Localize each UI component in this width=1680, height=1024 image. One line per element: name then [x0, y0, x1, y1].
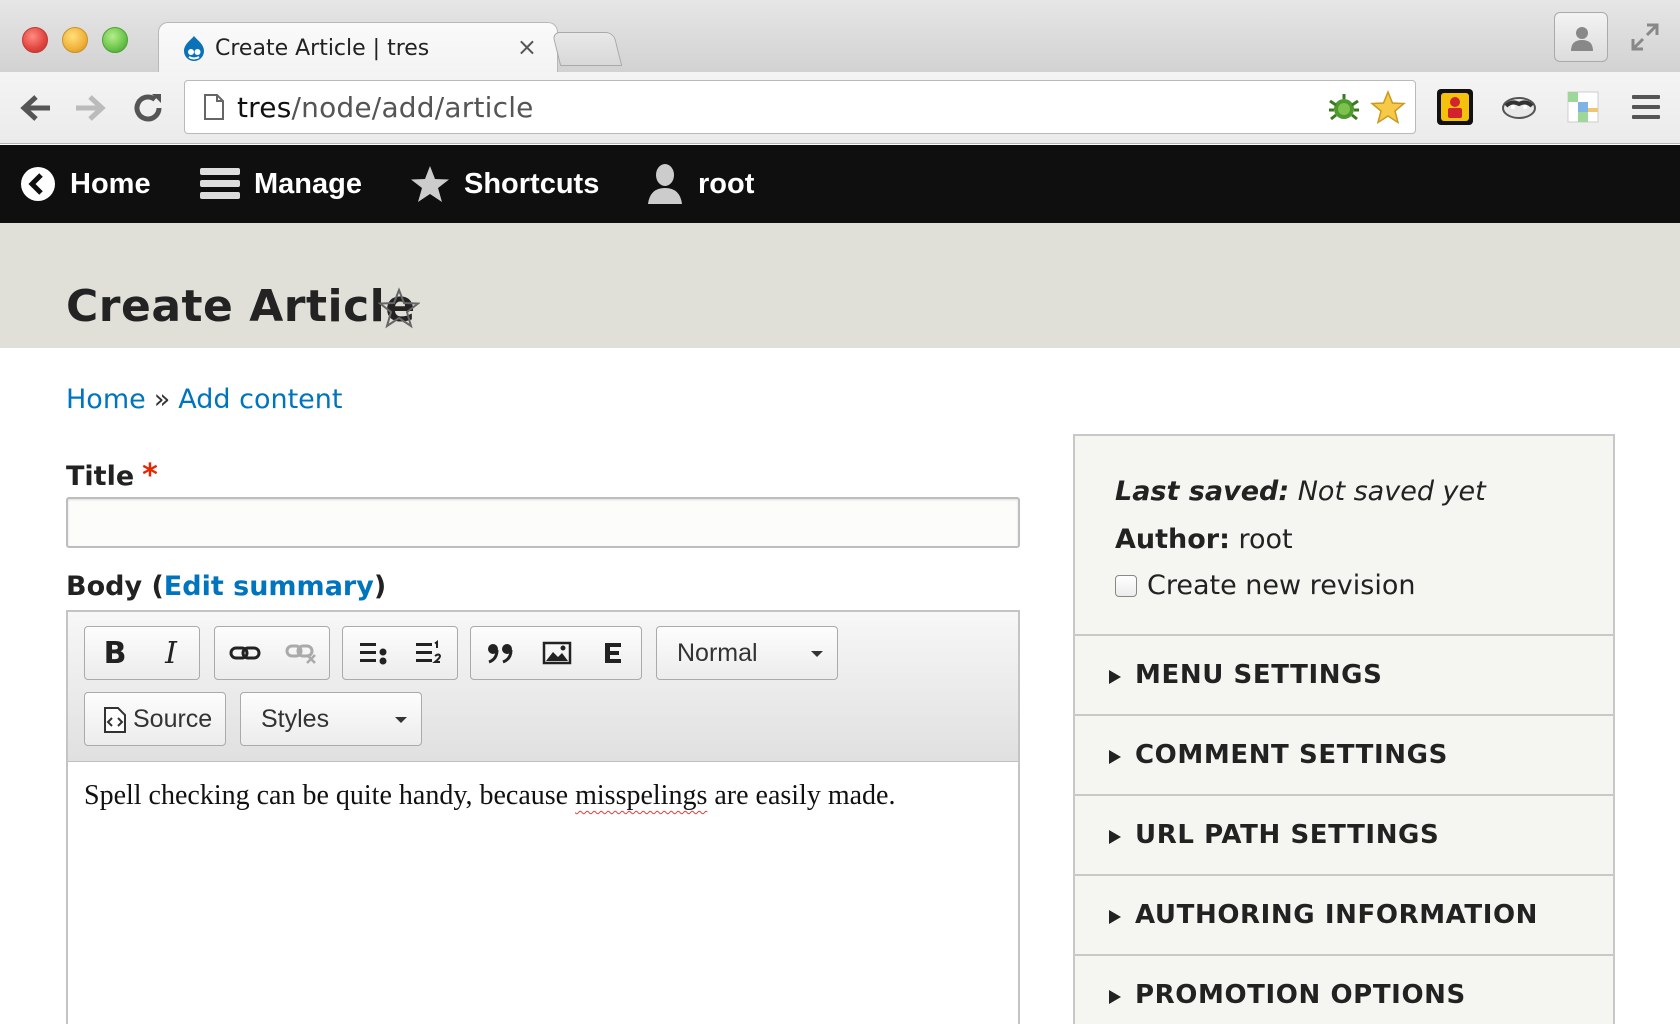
minimize-window-button[interactable] — [62, 27, 88, 53]
page-icon — [204, 94, 224, 120]
triangle-right-icon — [1109, 750, 1121, 764]
breadcrumb: Home» Add content — [66, 384, 343, 415]
editor-toolbar: B I Normal Source Styles — [68, 612, 1018, 762]
new-revision-checkbox[interactable] — [1115, 574, 1137, 597]
blockquote-button[interactable] — [473, 627, 529, 679]
new-revision-label: Create new revision — [1147, 570, 1416, 601]
menu-settings-section[interactable]: MENU SETTINGS — [1075, 636, 1613, 716]
admin-toolbar: Home Manage Shortcuts root — [0, 145, 1680, 223]
breadcrumb-separator: » — [153, 384, 171, 415]
grid-extension-icon[interactable] — [1564, 88, 1602, 126]
toolbar-shortcuts-label: Shortcuts — [464, 167, 600, 200]
node-sidebar: Last saved: Not saved yet Author: root C… — [1073, 434, 1615, 1024]
source-icon — [104, 707, 126, 733]
entity-embed-button[interactable] — [585, 627, 641, 679]
paragraph-format-select[interactable]: Normal — [656, 626, 838, 680]
fullscreen-icon[interactable] — [1630, 22, 1660, 52]
url-text[interactable]: tres/node/add/article — [237, 91, 534, 124]
bulleted-list-button[interactable] — [345, 627, 401, 679]
user-icon — [648, 164, 682, 204]
triangle-right-icon — [1109, 670, 1121, 684]
star-icon — [411, 166, 449, 202]
chevron-down-icon — [811, 651, 823, 657]
numbered-list-button[interactable] — [401, 627, 457, 679]
body-editor: B I Normal Source Styles Spell checking … — [66, 610, 1020, 1024]
url-path-settings-section[interactable]: URL PATH SETTINGS — [1075, 796, 1613, 876]
forward-arrow-icon[interactable] — [70, 88, 110, 128]
triangle-right-icon — [1109, 990, 1121, 1004]
profile-button[interactable] — [1554, 12, 1608, 62]
required-marker: * — [142, 458, 158, 493]
link-icon — [229, 646, 261, 660]
styles-select[interactable]: Styles — [240, 692, 422, 746]
unlink-icon — [285, 644, 316, 664]
triangle-right-icon — [1109, 910, 1121, 924]
warning-extension-icon[interactable] — [1436, 88, 1474, 126]
tab-close-icon[interactable]: × — [517, 33, 537, 61]
unlink-button[interactable] — [273, 627, 329, 679]
browser-toolbar: tres/node/add/article — [0, 72, 1680, 144]
breadcrumb-home-link[interactable]: Home — [66, 384, 146, 415]
link-button[interactable] — [217, 627, 273, 679]
raccoon-extension-icon[interactable] — [1500, 88, 1538, 126]
bookmark-star-icon[interactable] — [1369, 89, 1407, 127]
person-icon — [1571, 27, 1593, 51]
italic-button[interactable]: I — [143, 627, 199, 679]
edit-summary-link[interactable]: Edit summary — [164, 571, 374, 602]
reload-icon[interactable] — [128, 88, 168, 128]
browser-menu-icon[interactable] — [1630, 92, 1662, 122]
chevron-down-icon — [395, 717, 407, 723]
address-bar[interactable]: tres/node/add/article — [184, 80, 1416, 134]
browser-titlebar: Create Article | tres × — [0, 0, 1680, 74]
last-saved-status: Last saved: Not saved yet — [1115, 476, 1486, 507]
body-field-label: Body (Edit summary) — [66, 571, 387, 602]
image-button[interactable] — [529, 627, 585, 679]
toolbar-shortcuts-tab[interactable]: Shortcuts — [410, 145, 599, 223]
toolbar-home-link[interactable]: Home — [20, 145, 151, 223]
insert-button-group — [470, 626, 642, 680]
tab-title: Create Article | tres — [215, 36, 430, 61]
author-status: Author: root — [1115, 524, 1293, 555]
misspelled-word[interactable]: misspelings — [575, 780, 707, 811]
toolbar-manage-tab[interactable]: Manage — [200, 145, 362, 223]
toolbar-user-label: root — [698, 167, 755, 200]
browser-tab-active[interactable]: Create Article | tres × — [158, 22, 558, 74]
numbered-list-icon — [416, 640, 442, 663]
link-button-group — [214, 626, 330, 680]
entity-meta: Last saved: Not saved yet Author: root C… — [1075, 436, 1613, 636]
toolbar-manage-label: Manage — [254, 167, 362, 200]
toolbar-home-label: Home — [70, 167, 151, 200]
triangle-right-icon — [1109, 830, 1121, 844]
toolbar-user-tab[interactable]: root — [646, 145, 754, 223]
add-shortcut-star-icon[interactable] — [378, 287, 420, 329]
quote-icon — [488, 644, 513, 664]
image-icon — [542, 641, 572, 665]
breadcrumb-add-content-link[interactable]: Add content — [178, 384, 342, 415]
embed-e-icon — [605, 643, 621, 663]
page-header: Create Article — [0, 223, 1680, 348]
format-button-group: B I — [84, 626, 200, 680]
new-tab-button[interactable] — [551, 32, 623, 66]
bulleted-list-icon — [360, 643, 387, 665]
zoom-window-button[interactable] — [102, 27, 128, 53]
title-field-label: Title * — [66, 458, 158, 493]
source-button[interactable]: Source — [84, 692, 226, 746]
page-title: Create Article — [66, 281, 416, 332]
back-arrow-icon[interactable] — [16, 88, 56, 128]
title-input[interactable] — [66, 497, 1020, 548]
new-revision-option[interactable]: Create new revision — [1115, 570, 1415, 601]
list-button-group — [342, 626, 458, 680]
bold-button[interactable]: B — [87, 627, 143, 679]
editor-content[interactable]: Spell checking can be quite handy, becau… — [84, 780, 895, 812]
bug-extension-icon[interactable] — [1327, 91, 1361, 125]
close-window-button[interactable] — [22, 27, 48, 53]
hamburger-icon — [200, 168, 240, 199]
promotion-options-section[interactable]: PROMOTION OPTIONS — [1075, 956, 1613, 1024]
comment-settings-section[interactable]: COMMENT SETTINGS — [1075, 716, 1613, 796]
authoring-information-section[interactable]: AUTHORING INFORMATION — [1075, 876, 1613, 956]
back-circle-icon — [21, 167, 55, 201]
drupal-favicon-icon — [184, 36, 204, 61]
